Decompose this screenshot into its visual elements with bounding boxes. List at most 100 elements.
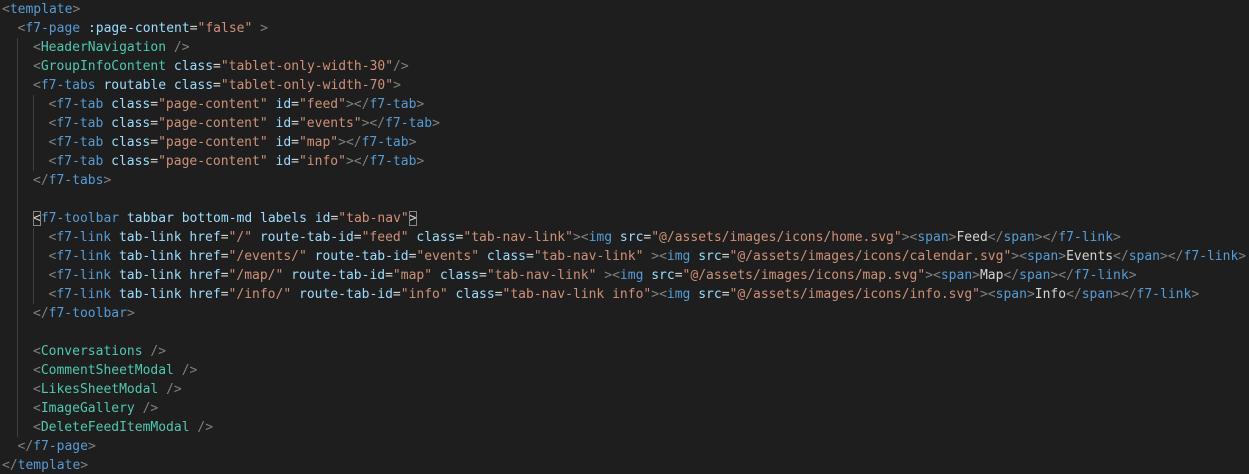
code-line[interactable]: <LikesSheetModal /> [0,380,1249,399]
indent-guide [32,133,34,152]
punctuation: > [416,154,425,169]
punctuation: > [972,268,980,283]
code-line[interactable]: <f7-link tab-link href="/info/" route-ta… [0,285,1249,304]
code-line[interactable]: <f7-tabs routable class="tablet-only-wid… [0,76,1249,95]
code-line[interactable]: <f7-tab class="page-content" id="feed"><… [0,95,1249,114]
equals-sign: = [674,268,683,283]
attribute-name: href [189,230,221,245]
equals-sign: = [220,249,229,264]
code-line-text: <ImageGallery /> [33,399,158,418]
code-line[interactable]: <f7-toolbar tabbar bottom-md labels id="… [0,209,1249,228]
code-line[interactable]: </f7-page> [0,437,1249,456]
equals-sign: = [385,268,393,283]
code-line[interactable]: <f7-link tab-link href="/map/" route-tab… [0,266,1249,285]
code-line[interactable]: </f7-toolbar> [0,304,1249,323]
text [103,154,111,169]
tag-name: img [619,268,644,283]
punctuation: </ [987,230,1004,245]
attribute-name: class [173,78,214,93]
code-line-text: <CommentSheetModal /> [33,361,197,380]
code-line[interactable]: <f7-tab class="page-content" id="events"… [0,114,1249,133]
attribute-value: "events" [416,249,480,264]
equals-sign: = [150,116,159,131]
tag-name: f7-tab [56,135,104,150]
attribute-name: bottom-md [181,211,253,226]
code-line[interactable]: <CommentSheetModal /> [0,361,1249,380]
attribute-value: "page-content" [158,154,268,169]
attribute-name: :page-content [87,21,190,36]
punctuation: ></ [1160,249,1184,264]
text [166,40,174,55]
code-line[interactable]: <template> [0,0,1249,19]
tag-name: span [1019,268,1051,283]
attribute-value: "map" [298,135,339,150]
tag-name: f7-link [1073,268,1129,283]
punctuation: > [1058,249,1067,264]
punctuation: ></ [361,116,386,131]
code-line[interactable]: <DeleteFeedItemModal /> [0,418,1249,437]
attribute-value: "tablet-only-width-70" [220,78,394,93]
attribute-value: "tablet-only-width-30" [220,59,394,74]
attribute-name: tabbar [126,211,174,226]
attribute-name: tab-link [118,230,182,245]
attribute-name: src [619,230,644,245]
attribute-value: "page-content" [158,97,268,112]
code-line[interactable]: </f7-tabs> [0,171,1249,190]
punctuation: > [604,268,613,283]
code-line[interactable]: <f7-page :page-content="false" > [0,19,1249,38]
attribute-name: labels [260,211,307,226]
punctuation: > [1128,268,1137,283]
tag-name: f7-link [1136,287,1192,302]
code-line[interactable] [0,323,1249,342]
code-line-text: <f7-toolbar tabbar bottom-md labels id="… [33,209,417,228]
text [268,154,276,169]
tag-name: f7-tab [385,116,433,131]
attribute-value: "info" [400,287,448,302]
attribute-name: src [698,287,722,302]
code-line-text: <f7-link tab-link href="/map/" route-tab… [49,266,1137,285]
punctuation: > [979,287,988,302]
code-line-text: </f7-tabs> [33,171,111,190]
indent-guide [17,57,18,76]
text [166,59,174,74]
text [268,116,276,131]
text [166,78,174,93]
attribute-name: class [111,135,151,150]
tag-name: f7-tab [361,135,409,150]
tag-name: f7-link [1183,249,1239,264]
punctuation: < [659,249,667,264]
punctuation: < [33,401,41,416]
code-line[interactable]: <HeaderNavigation /> [0,38,1249,57]
code-line[interactable]: <f7-tab class="page-content" id="info"><… [0,152,1249,171]
code-line[interactable]: <ImageGallery /> [0,399,1249,418]
code-line[interactable]: <f7-tab class="page-content" id="map"></… [0,133,1249,152]
text [174,363,182,378]
indent-guide [17,190,18,209]
punctuation: </ [33,173,49,188]
attribute-name: id [275,97,292,112]
code-line[interactable]: <GroupInfoContent class="tablet-only-wid… [0,57,1249,76]
punctuation: < [33,363,41,378]
code-line[interactable]: <f7-link tab-link href="/" route-tab-id=… [0,228,1249,247]
punctuation: ></ [345,154,370,169]
code-line[interactable]: </template> [0,456,1249,474]
indent-guide [32,228,34,247]
code-editor[interactable]: <template> <f7-page :page-content="false"… [0,0,1249,474]
code-line[interactable]: <f7-link tab-link href="/events/" route-… [0,247,1249,266]
tag-name: span [1026,249,1059,264]
code-line[interactable] [0,190,1249,209]
text [119,211,127,226]
code-line-text: <f7-page :page-content="false" > [18,19,268,38]
code-line-text: <f7-tab class="page-content" id="events"… [49,114,440,133]
attribute-name: route-tab-id [291,268,386,283]
code-line[interactable]: <Conversations /> [0,342,1249,361]
text: Feed [956,230,988,245]
punctuation: > [1191,287,1200,302]
indent-guide [17,247,18,266]
indent-guide [17,418,18,437]
text: Map [979,268,1004,283]
text [103,116,111,131]
punctuation: < [580,230,589,245]
tag-name: f7-page [25,21,81,36]
punctuation: </ [17,439,34,454]
